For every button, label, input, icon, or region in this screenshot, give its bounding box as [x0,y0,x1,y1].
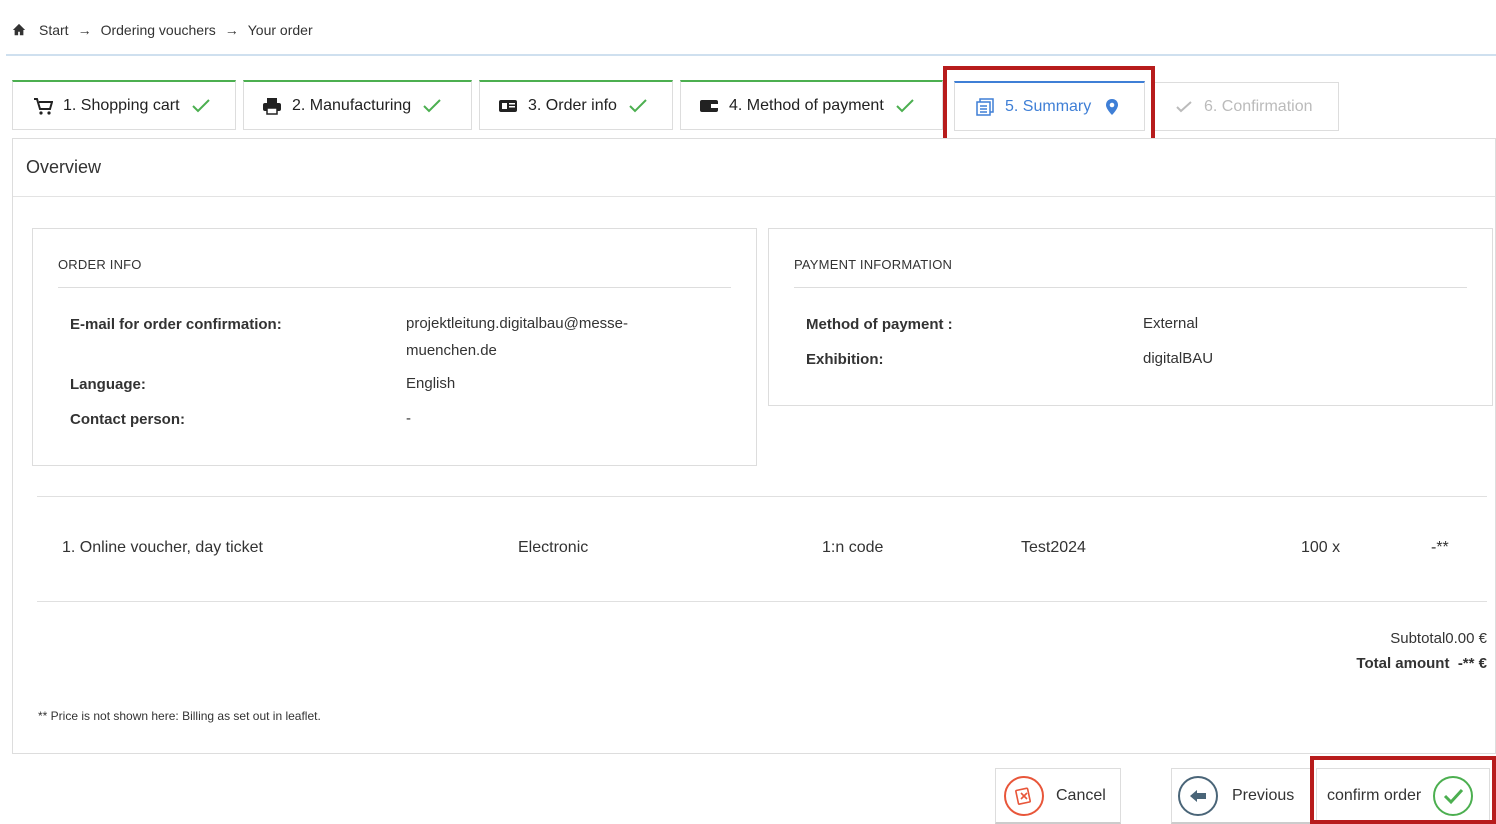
breadcrumb-start[interactable]: Start [39,22,69,38]
order-line-item: 1. Online voucher, day ticket [62,539,263,556]
tab-method-of-payment[interactable]: 4. Method of payment [680,80,943,130]
order-line-code: 1:n code [822,539,884,556]
tab-confirmation: 6. Confirmation [1153,82,1339,131]
total-value: -** € [1457,655,1487,672]
email-label: E-mail for order confirmation: [70,316,282,333]
subtotal: Subtotal0.00 € [1390,630,1487,647]
email-value-line1: projektleitung.digitalbau@messe- [406,315,629,332]
highlight-box-summary [943,66,1155,143]
breadcrumb-separator: → [77,22,92,38]
check-icon [1174,99,1194,115]
subtotal-label: Subtotal [1390,630,1446,647]
email-value-line2: muenchen.de [406,342,497,359]
order-line-name: Test2024 [1021,539,1086,556]
order-info-box: ORDER INFO E-mail for order confirmation… [32,228,757,466]
check-icon [896,98,914,112]
page-title: Overview [26,157,102,177]
id-card-icon [498,98,518,114]
divider [58,287,731,288]
breadcrumb: Start → Ordering vouchers → Your order [12,20,313,40]
previous-button[interactable]: Previous [1171,768,1311,824]
previous-label: Previous [1232,786,1295,804]
check-icon [191,98,210,112]
language-label: Language: [70,376,146,393]
tab-label: 6. Confirmation [1204,97,1313,115]
check-icon [423,98,441,112]
tab-label: 4. Method of payment [729,96,884,114]
tab-manufacturing[interactable]: 2. Manufacturing [243,80,472,130]
wallet-icon [699,98,719,114]
total-label: Total amount [1356,655,1450,672]
check-icon [629,98,647,112]
payment-info-box: PAYMENT INFORMATION Method of payment : … [768,228,1493,406]
order-info-title: ORDER INFO [58,257,142,272]
order-line-quantity: 100 x [1301,539,1341,556]
method-of-payment-value: External [1143,315,1199,332]
header-divider [6,54,1496,56]
tab-shopping-cart[interactable]: 1. Shopping cart [12,80,236,130]
divider [794,287,1467,288]
contact-person-label: Contact person: [70,411,186,428]
breadcrumb-separator: → [224,22,239,38]
tab-order-info[interactable]: 3. Order info [479,80,673,130]
order-line-price: -** [1431,539,1449,556]
cancel-icon [1004,775,1044,816]
order-line-type: Electronic [518,539,589,556]
language-value: English [406,375,456,392]
exhibition-value: digitalBAU [1143,350,1214,367]
tab-label: 2. Manufacturing [292,96,412,114]
tab-label: 3. Order info [528,96,617,114]
arrow-left-icon [1178,775,1218,816]
divider [37,601,1487,602]
home-icon[interactable] [12,23,26,37]
total-amount: Total amount -** € [1356,655,1487,672]
subtotal-value: 0.00 € [1445,630,1487,647]
divider [13,196,1495,197]
contact-person-value: - [406,410,411,427]
tab-label: 1. Shopping cart [63,96,180,114]
printer-icon [262,97,282,115]
payment-info-title: PAYMENT INFORMATION [794,257,953,272]
cancel-label: Cancel [1056,786,1106,804]
price-note: ** Price is not shown here: Billing as s… [38,709,321,723]
breadcrumb-ordering-vouchers[interactable]: Ordering vouchers [101,22,216,38]
divider [37,496,1487,497]
exhibition-label: Exhibition: [806,351,884,368]
cancel-button[interactable]: Cancel [995,768,1121,824]
method-of-payment-label: Method of payment : [806,316,953,333]
highlight-box-confirm [1310,756,1496,824]
shopping-cart-icon [33,97,53,115]
breadcrumb-your-order: Your order [247,22,313,38]
overview-panel: Overview ORDER INFO E-mail for order con… [12,138,1496,754]
